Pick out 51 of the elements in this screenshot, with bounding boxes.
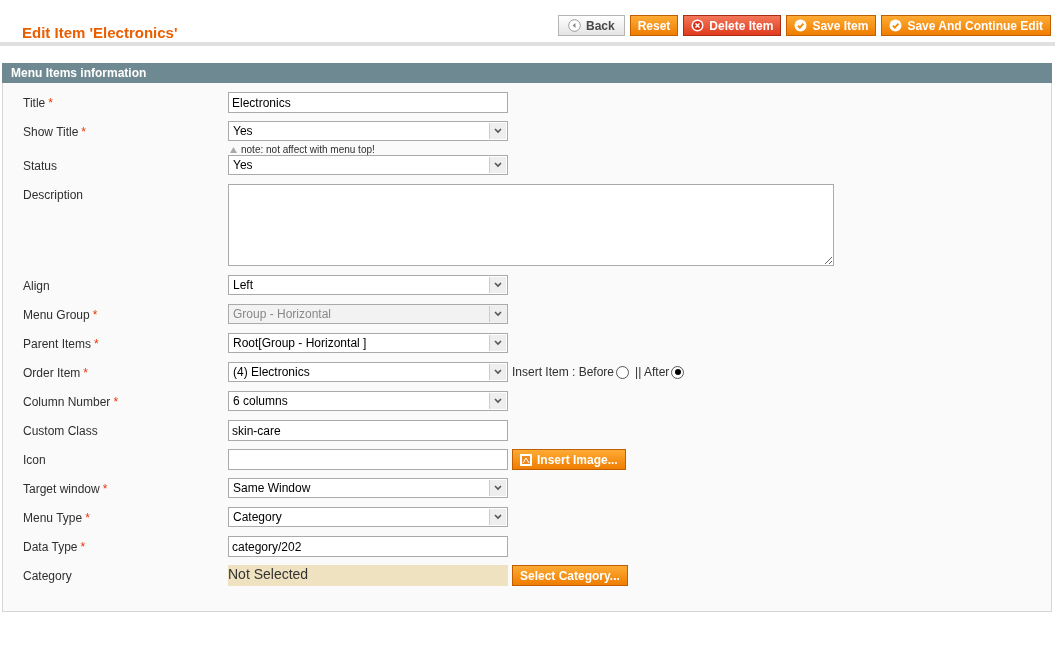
text-input[interactable]: category/202	[228, 536, 508, 557]
required-mark: *	[113, 395, 119, 409]
page-title: Edit Item 'Electronics'	[22, 23, 178, 41]
field-note: note: not affect with menu top!	[241, 144, 375, 155]
required-mark: *	[92, 308, 98, 322]
field-label: Target window	[23, 482, 100, 496]
text-input[interactable]: Electronics	[228, 92, 508, 113]
field-label: Align	[23, 279, 50, 293]
select-dropdown[interactable]: Category	[228, 507, 508, 527]
field-label: Menu Group	[23, 308, 90, 322]
field-label: Description	[23, 188, 84, 202]
text-input[interactable]	[228, 449, 508, 470]
field-label: Title	[23, 96, 46, 110]
field-label: Custom Class	[23, 424, 98, 438]
category-value: Not Selected	[228, 565, 508, 586]
field-label: Column Number	[23, 395, 111, 409]
field-label: Data Type	[23, 540, 78, 554]
required-mark: *	[83, 366, 89, 380]
field-label: Order Item	[23, 366, 81, 380]
required-mark: *	[85, 511, 90, 525]
insert-option-label: || After	[635, 365, 670, 379]
field-label: Status	[23, 159, 58, 173]
select-dropdown[interactable]: (4) Electronics	[228, 362, 508, 382]
field-label: Show Title	[23, 125, 79, 139]
required-mark: *	[102, 482, 108, 496]
select-dropdown[interactable]: Yes	[228, 121, 508, 141]
select-dropdown[interactable]: Same Window	[228, 478, 508, 498]
image-icon	[520, 453, 532, 466]
required-mark: *	[81, 125, 87, 139]
triangle-icon	[230, 146, 237, 153]
field-label: Parent Items	[23, 337, 92, 351]
text-input[interactable]: skin-care	[228, 420, 508, 441]
field-label: Category	[23, 569, 72, 583]
select-dropdown[interactable]: 6 columns	[228, 391, 508, 411]
required-mark: *	[94, 337, 99, 351]
select-dropdown[interactable]: Left	[228, 275, 508, 295]
check-icon	[794, 19, 808, 32]
radio-button[interactable]	[671, 365, 685, 379]
back-button[interactable]: Back	[558, 15, 625, 36]
radio-button[interactable]	[616, 365, 630, 379]
delete-button[interactable]: Delete Item	[683, 15, 782, 36]
check-icon	[889, 19, 903, 32]
insert-option-label: Insert Item : Before	[512, 365, 615, 379]
field-label: Menu Type	[23, 511, 83, 525]
field-label: Icon	[23, 453, 46, 467]
required-mark: *	[80, 540, 86, 554]
select-dropdown[interactable]: Yes	[228, 155, 508, 175]
section-header: Menu Items information	[2, 63, 1052, 83]
select-dropdown[interactable]: Root[Group - Horizontal ]	[228, 333, 508, 353]
required-mark: *	[48, 96, 53, 110]
close-icon	[691, 19, 705, 32]
